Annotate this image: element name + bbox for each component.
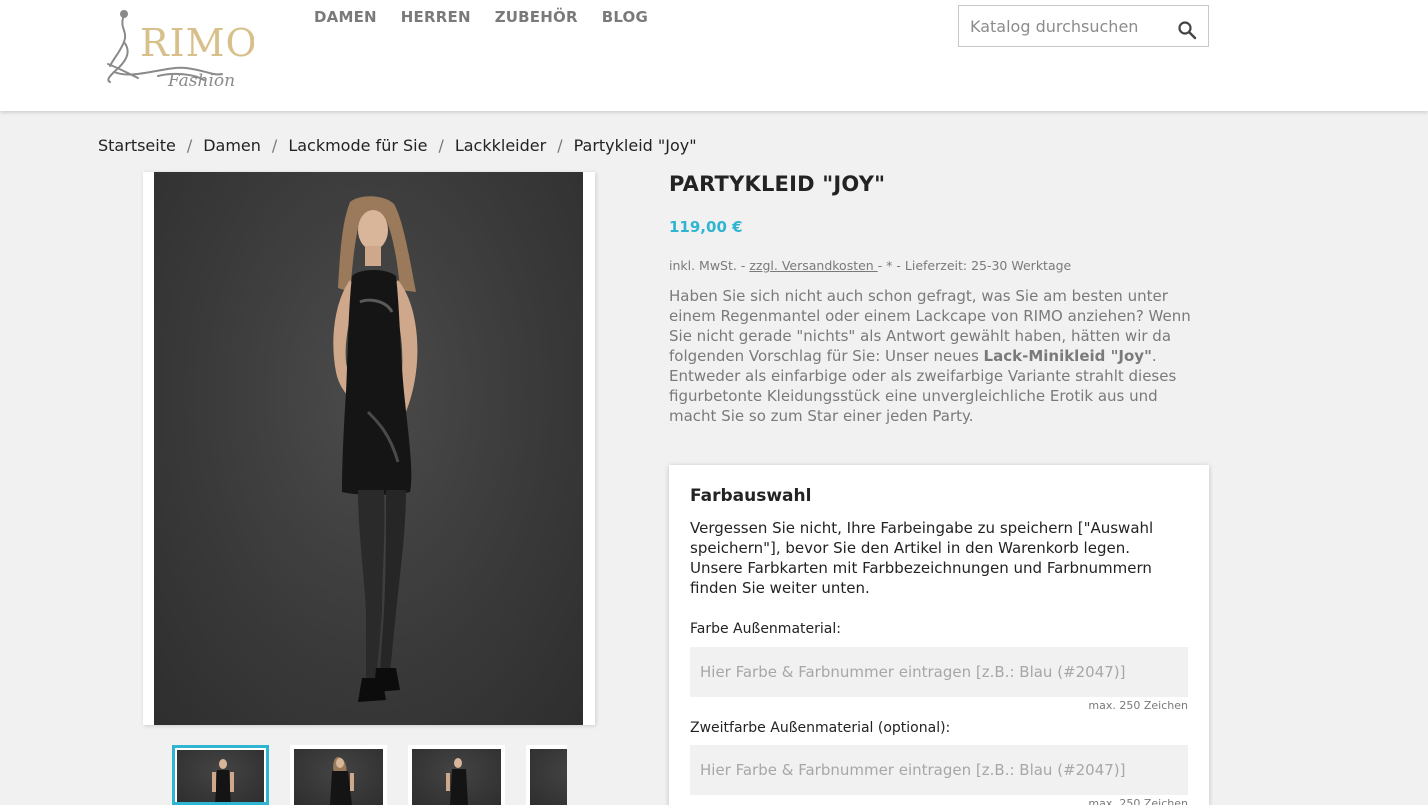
search-icon[interactable] — [1177, 20, 1197, 40]
product-title: PARTYKLEID "JOY" — [669, 172, 886, 196]
breadcrumb-lackkleider[interactable]: Lackkleider — [455, 136, 546, 155]
thumbnail-4[interactable] — [526, 745, 567, 805]
breadcrumb-separator: / — [438, 136, 444, 155]
svg-text:Fashion: Fashion — [167, 71, 235, 91]
tax-prefix: inkl. MwSt. - — [669, 258, 750, 273]
second-color-maxlength: max. 250 Zeichen — [1088, 797, 1188, 805]
product-main-image[interactable] — [154, 172, 583, 725]
delivery-time: - * - Lieferzeit: 25-30 Werktage — [877, 258, 1072, 273]
breadcrumb-startseite[interactable]: Startseite — [98, 136, 176, 155]
breadcrumb-damen[interactable]: Damen — [203, 136, 261, 155]
main-nav: DAMEN HERREN ZUBEHÖR BLOG — [314, 8, 672, 26]
tax-shipping-info: inkl. MwSt. - zzgl. Versandkosten - * - … — [669, 258, 1071, 273]
breadcrumb-separator: / — [557, 136, 563, 155]
nav-blog[interactable]: BLOG — [602, 8, 648, 26]
nav-zubehoer[interactable]: ZUBEHÖR — [495, 8, 578, 26]
product-image-frame — [143, 172, 595, 725]
nav-damen[interactable]: DAMEN — [314, 8, 377, 26]
site-header: RIMO Fashion DAMEN HERREN ZUBEHÖR BLOG — [0, 0, 1428, 111]
outer-color-label: Farbe Außenmaterial: — [690, 621, 841, 637]
thumbnail-2[interactable] — [290, 745, 387, 805]
breadcrumb-separator: / — [186, 136, 193, 155]
nav-herren[interactable]: HERREN — [401, 8, 471, 26]
description-highlight: Lack-Minikleid "Joy" — [983, 347, 1152, 365]
color-card-title: Farbauswahl — [690, 486, 812, 506]
breadcrumb-current[interactable]: Partykleid "Joy" — [574, 136, 697, 155]
search-input[interactable] — [959, 6, 1169, 46]
shipping-cost-link[interactable]: zzgl. Versandkosten — [749, 258, 877, 273]
thumbnail-3[interactable] — [408, 745, 505, 805]
second-color-input[interactable] — [690, 745, 1188, 795]
breadcrumb-separator: / — [271, 136, 278, 155]
breadcrumb-lackmode[interactable]: Lackmode für Sie — [288, 136, 427, 155]
svg-text:RIMO: RIMO — [140, 21, 254, 65]
color-card-text: Vergessen Sie nicht, Ihre Farbeingabe zu… — [690, 519, 1154, 597]
thumbnail-1[interactable] — [172, 745, 269, 805]
search-box — [958, 5, 1209, 47]
rimo-logo[interactable]: RIMO Fashion — [104, 2, 257, 94]
color-selection-card: Farbauswahl Vergessen Sie nicht, Ihre Fa… — [669, 465, 1209, 805]
outer-color-input[interactable] — [690, 647, 1188, 697]
thumbnail-strip — [172, 745, 567, 805]
second-color-label: Zweitfarbe Außenmaterial (optional): — [690, 720, 951, 736]
outer-color-maxlength: max. 250 Zeichen — [1088, 699, 1188, 712]
product-description: Haben Sie sich nicht auch schon gefragt,… — [669, 286, 1209, 426]
breadcrumb: Startseite / Damen / Lackmode für Sie / … — [98, 136, 697, 155]
product-price: 119,00 € — [669, 218, 743, 236]
